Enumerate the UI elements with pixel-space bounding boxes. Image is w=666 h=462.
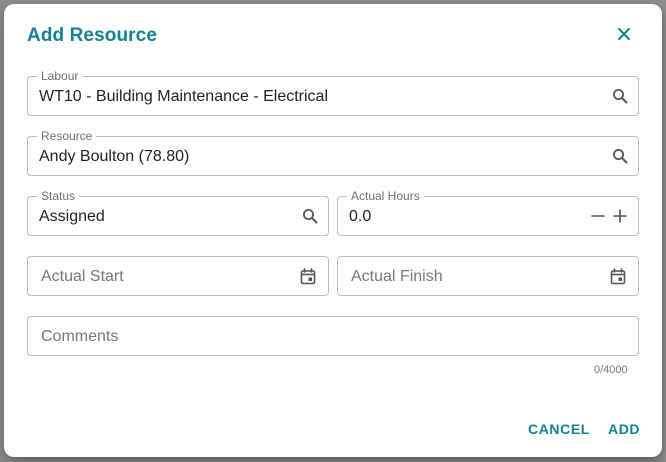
resource-label: Resource	[37, 129, 97, 143]
calendar-icon[interactable]	[609, 267, 627, 285]
actual-start-field[interactable]: Actual Start	[27, 256, 329, 296]
resource-value: Andy Boulton (78.80)	[39, 148, 190, 165]
status-value: Assigned	[39, 208, 105, 225]
actual-hours-value: 0.0	[349, 208, 372, 225]
labour-value: WT10 - Building Maintenance - Electrical	[39, 88, 329, 105]
actual-finish-field[interactable]: Actual Finish	[337, 256, 639, 296]
minus-icon[interactable]	[589, 207, 607, 225]
labour-field[interactable]: Labour WT10 - Building Maintenance - Ele…	[27, 69, 639, 116]
search-icon[interactable]	[611, 147, 629, 165]
comments-placeholder: Comments	[41, 328, 119, 345]
plus-icon[interactable]	[611, 207, 629, 225]
actual-hours-field[interactable]: Actual Hours 0.0	[337, 189, 639, 236]
close-button[interactable]	[611, 23, 637, 49]
resource-field[interactable]: Resource Andy Boulton (78.80)	[27, 129, 639, 176]
actual-hours-label: Actual Hours	[347, 189, 424, 203]
cancel-button[interactable]: CANCEL	[524, 419, 594, 439]
comments-field[interactable]: Comments	[27, 316, 639, 356]
search-icon[interactable]	[301, 207, 319, 225]
actual-start-placeholder: Actual Start	[41, 268, 124, 285]
close-icon	[617, 27, 631, 46]
search-icon[interactable]	[611, 87, 629, 105]
actual-finish-placeholder: Actual Finish	[351, 268, 443, 285]
status-field[interactable]: Status Assigned	[27, 189, 329, 236]
labour-label: Labour	[37, 69, 83, 83]
calendar-icon[interactable]	[299, 267, 317, 285]
add-resource-dialog: Add Resource Labour WT10 - Building Main…	[4, 4, 662, 457]
add-button[interactable]: ADD	[604, 419, 644, 439]
comments-character-counter: 0/4000	[594, 364, 628, 376]
status-label: Status	[37, 189, 80, 203]
dialog-title: Add Resource	[27, 25, 158, 46]
